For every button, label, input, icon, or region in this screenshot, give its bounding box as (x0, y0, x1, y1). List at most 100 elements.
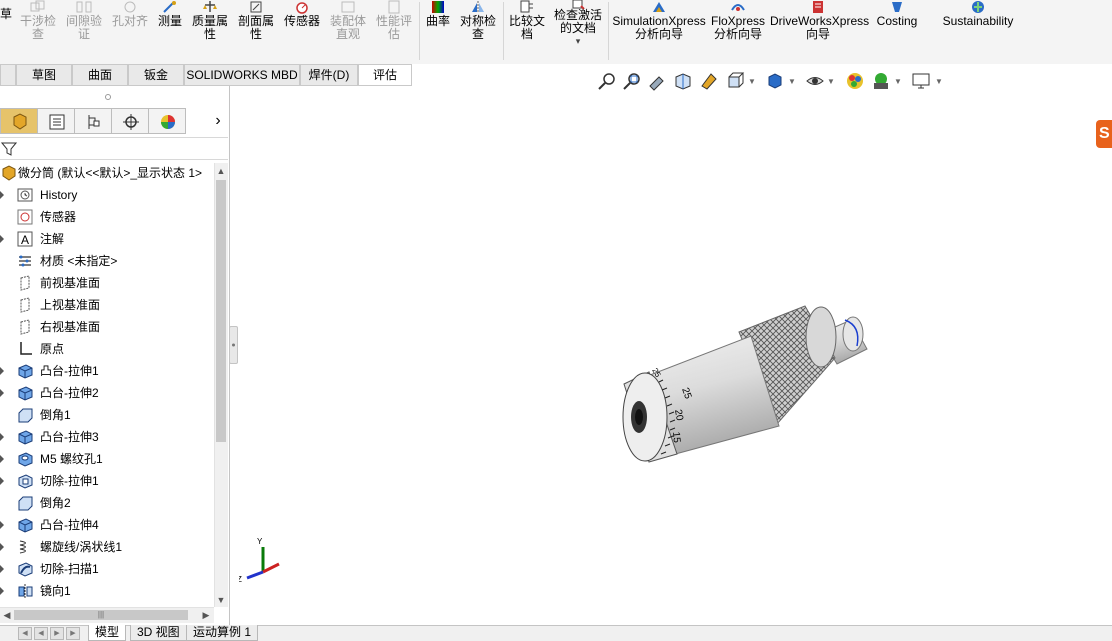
next-tab-arrow-icon[interactable]: ▶ (50, 627, 64, 640)
tree-node[interactable]: 前视基准面 (0, 272, 212, 294)
expand-arrow-icon[interactable] (0, 389, 4, 397)
assembly-visualization-button[interactable]: 装配体直观 (326, 0, 370, 41)
graphics-area[interactable]: 25 20 15 25 Y Z (237, 94, 1112, 625)
previous-view-icon[interactable] (647, 71, 667, 91)
dynamic-annotation-views-icon[interactable] (699, 71, 719, 91)
tab-overflow[interactable] (0, 64, 16, 86)
expand-arrow-icon[interactable] (0, 235, 4, 243)
expand-arrow-icon[interactable] (0, 543, 4, 551)
apply-scene-icon[interactable] (871, 71, 891, 91)
curvature-button[interactable]: 曲率 (422, 0, 454, 28)
tree-node[interactable]: 凸台-拉伸4 (0, 514, 212, 536)
clearance-verify-button[interactable]: 间隙验证 (62, 0, 106, 41)
section-properties-button[interactable]: 剖面属性 (234, 0, 278, 41)
performance-evaluation-button[interactable]: 性能评估 (372, 0, 416, 41)
check-active-document-button[interactable]: 检查激活的文档 ▾ (551, 0, 605, 48)
floxpress-button[interactable]: FloXpress 分析向导 (709, 0, 767, 41)
chevron-down-icon[interactable]: ▾ (551, 35, 605, 48)
panel-tabs-more-button[interactable]: › (208, 110, 228, 132)
measure-button[interactable]: 测量 (154, 0, 186, 28)
tree-node[interactable]: 右视基准面 (0, 316, 212, 338)
zoom-to-area-icon[interactable] (622, 71, 642, 91)
tree-node[interactable]: 倒角2 (0, 492, 212, 514)
tree-vertical-scroll-thumb[interactable] (216, 180, 226, 442)
tab-motion-study-1[interactable]: 运动算例 1 (186, 625, 259, 641)
chevron-down-icon[interactable]: ▼ (935, 77, 943, 86)
tab-solidworks-mbd[interactable]: SOLIDWORKS MBD (184, 64, 300, 86)
solidworks-resources-logo[interactable]: S (1096, 120, 1112, 148)
scroll-right-arrow-icon[interactable]: ▶ (201, 609, 211, 621)
dimxpert-icon (123, 114, 139, 130)
expand-arrow-icon[interactable] (0, 587, 4, 595)
featuremanager-icon (13, 113, 27, 130)
view-settings-icon[interactable] (911, 71, 931, 91)
configurationmanager-tab[interactable] (74, 108, 112, 134)
tree-node[interactable]: 凸台-拉伸3 (0, 426, 212, 448)
tree-node[interactable]: 螺旋线/涡状线1 (0, 536, 212, 558)
tab-3d-views[interactable]: 3D 视图 (130, 625, 187, 641)
tree-horizontal-scroll-thumb[interactable]: ||| (14, 610, 188, 620)
sensor-button[interactable]: 传感器 (280, 0, 324, 28)
symmetry-check-button[interactable]: 对称检查 (456, 0, 500, 41)
mass-properties-button[interactable]: 质量属性 (188, 0, 232, 41)
expand-arrow-icon[interactable] (0, 191, 4, 199)
expand-arrow-icon[interactable] (0, 521, 4, 529)
tree-node[interactable]: 原点 (0, 338, 212, 360)
view-orientation-icon[interactable] (725, 71, 745, 91)
tree-node[interactable]: 切除-拉伸1 (0, 470, 212, 492)
driveworksxpress-button[interactable]: DriveWorksXpress 向导 (770, 0, 869, 41)
tree-node[interactable]: History (0, 184, 212, 206)
scroll-left-arrow-icon[interactable]: ◀ (2, 609, 12, 621)
scroll-up-arrow-icon[interactable]: ▲ (216, 165, 226, 177)
tree-node[interactable]: 上视基准面 (0, 294, 212, 316)
tree-node[interactable]: 切除-扫描1 (0, 558, 212, 580)
sustainability-button[interactable]: Sustainability (936, 0, 1020, 28)
first-tab-arrow-icon[interactable]: ◀ (18, 627, 32, 640)
tree-node[interactable]: A 注解 (0, 228, 212, 250)
simulationxpress-button[interactable]: SimulationXpress 分析向导 (612, 0, 706, 41)
chevron-down-icon[interactable]: ▼ (788, 77, 796, 86)
tab-weldments[interactable]: 焊件(D) (300, 64, 358, 86)
tree-node[interactable]: M5 螺纹孔1 (0, 448, 212, 470)
interference-check-button[interactable]: 干涉检查 (16, 0, 60, 41)
tree-node[interactable]: 倒角1 (0, 404, 212, 426)
expand-arrow-icon[interactable] (0, 367, 4, 375)
compare-documents-button[interactable]: 比较文档 (505, 0, 549, 41)
chevron-down-icon[interactable]: ▼ (748, 77, 756, 86)
micrometer-thimble-model[interactable]: 25 20 15 25 (622, 305, 868, 463)
expand-arrow-icon[interactable] (0, 565, 4, 573)
expand-arrow-icon[interactable] (0, 455, 4, 463)
chevron-down-icon[interactable]: ▼ (827, 77, 835, 86)
dimxpertmanager-tab[interactable] (111, 108, 149, 134)
scroll-down-arrow-icon[interactable]: ▼ (216, 594, 226, 606)
tab-sheet-metal[interactable]: 钣金 (128, 64, 184, 86)
filter-icon[interactable] (1, 141, 17, 157)
displaymanager-tab[interactable] (148, 108, 186, 134)
section-view-icon[interactable] (673, 71, 693, 91)
panel-grip-dot[interactable] (105, 94, 111, 100)
ribbon-button-draft[interactable]: 草 (0, 0, 12, 21)
tree-node[interactable]: 传感器 (0, 206, 212, 228)
tree-node[interactable]: 凸台-拉伸2 (0, 382, 212, 404)
hide-show-items-icon[interactable] (805, 71, 825, 91)
tab-model[interactable]: 模型 (88, 625, 127, 641)
tab-sketch[interactable]: 草图 (16, 64, 72, 86)
tree-node[interactable]: 材质 <未指定> (0, 250, 212, 272)
tree-node[interactable]: 镜向1 (0, 580, 212, 602)
tab-evaluate[interactable]: 评估 (358, 64, 412, 86)
tab-surfaces[interactable]: 曲面 (72, 64, 128, 86)
display-style-icon[interactable] (765, 71, 785, 91)
hole-alignment-button[interactable]: 孔对齐 (108, 0, 152, 28)
expand-arrow-icon[interactable] (0, 477, 4, 485)
costing-button[interactable]: Costing (870, 0, 924, 28)
zoom-to-fit-icon[interactable] (597, 71, 617, 91)
edit-appearance-icon[interactable] (845, 71, 865, 91)
panel-collapse-handle[interactable] (229, 326, 238, 364)
tree-node[interactable]: 凸台-拉伸1 (0, 360, 212, 382)
last-tab-arrow-icon[interactable]: ▶ (66, 627, 80, 640)
expand-arrow-icon[interactable] (0, 433, 4, 441)
featuremanager-tab[interactable] (0, 108, 38, 134)
chevron-down-icon[interactable]: ▼ (894, 77, 902, 86)
prev-tab-arrow-icon[interactable]: ◀ (34, 627, 48, 640)
propertymanager-tab[interactable] (37, 108, 75, 134)
